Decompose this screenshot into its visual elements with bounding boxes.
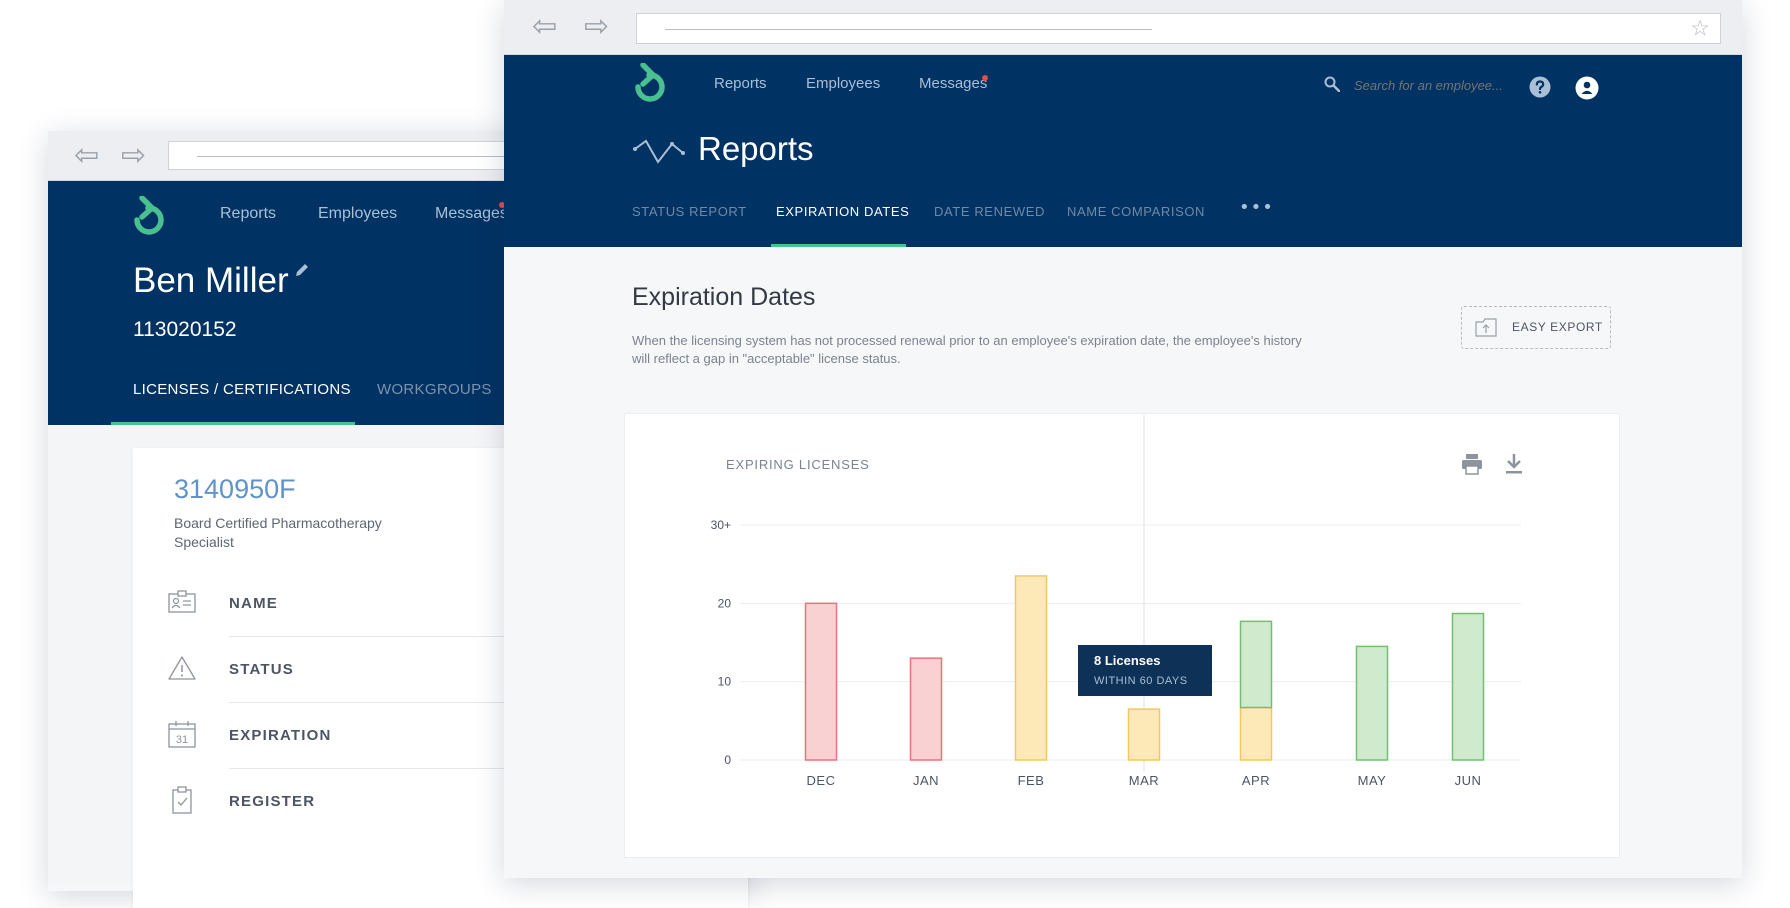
back-arrow-icon[interactable]: ⇦ bbox=[74, 140, 99, 171]
x-tick-label: DEC bbox=[807, 773, 836, 788]
employee-id: 113020152 bbox=[133, 318, 237, 341]
y-tick-label: 30+ bbox=[711, 518, 731, 532]
nav-reports[interactable]: Reports bbox=[220, 205, 276, 223]
field-label: NAME bbox=[229, 595, 278, 612]
tab-status-report[interactable]: STATUS REPORT bbox=[632, 204, 747, 219]
user-avatar-icon[interactable] bbox=[1575, 76, 1599, 100]
tab-date-renewed[interactable]: DATE RENEWED bbox=[934, 204, 1045, 219]
chart-panel: EXPIRING LICENSES 0 10 20 30+ DEC JAN FEB MAR A… bbox=[624, 413, 1620, 858]
x-tick-label: FEB bbox=[1018, 773, 1045, 788]
forward-arrow-icon[interactable]: ⇨ bbox=[121, 140, 146, 171]
search-icon[interactable] bbox=[1324, 76, 1340, 92]
tab-workgroups[interactable]: WORKGROUPS bbox=[377, 381, 492, 398]
forward-arrow-icon[interactable]: ⇨ bbox=[584, 12, 609, 42]
tooltip-title: 8 Licenses bbox=[1094, 653, 1161, 668]
tab-licenses-certifications[interactable]: LICENSES / CERTIFICATIONS bbox=[133, 381, 351, 398]
more-tabs-icon[interactable]: ••• bbox=[1239, 197, 1274, 218]
bar-jun-green[interactable] bbox=[1451, 612, 1485, 761]
nav-messages[interactable]: Messages bbox=[919, 75, 987, 92]
tooltip-subtitle: WITHIN 60 DAYS bbox=[1094, 675, 1188, 687]
y-tick-label: 20 bbox=[718, 596, 732, 610]
active-tab-indicator bbox=[771, 244, 906, 247]
edit-pencil-icon[interactable] bbox=[294, 262, 310, 278]
field-label: REGISTER bbox=[229, 793, 316, 810]
field-label: EXPIRATION bbox=[229, 727, 332, 744]
nav-messages[interactable]: Messages bbox=[435, 205, 508, 223]
reports-window: ⇦ ⇨ ☆ Reports Employees Messages Search … bbox=[504, 0, 1742, 878]
search-input[interactable] bbox=[1354, 75, 1514, 95]
reports-chart-icon bbox=[633, 139, 685, 164]
bar-may-green[interactable] bbox=[1355, 645, 1389, 761]
expiring-licenses-chart: EXPIRING LICENSES 0 10 20 30+ DEC JAN FEB MAR A… bbox=[711, 415, 1522, 788]
chart-tooltip: 8 Licenses WITHIN 60 DAYS bbox=[1078, 645, 1212, 696]
calendar-day: 31 bbox=[176, 734, 188, 746]
section-description: When the licensing system has not proces… bbox=[632, 333, 1302, 366]
print-icon[interactable] bbox=[1462, 454, 1482, 475]
chart-x-labels: DEC JAN FEB MAR APR MAY JUN bbox=[807, 773, 1482, 788]
bar-jan-red[interactable] bbox=[909, 657, 943, 761]
license-description: Board Certified Pharmacotherapy Speciali… bbox=[174, 515, 382, 550]
x-tick-label: APR bbox=[1242, 773, 1270, 788]
license-number[interactable]: 3140950F bbox=[174, 474, 296, 505]
bar-feb-yellow[interactable] bbox=[1014, 575, 1048, 761]
x-tick-label: MAY bbox=[1358, 773, 1387, 788]
y-tick-label: 10 bbox=[718, 675, 732, 689]
reports-header: Reports Employees Messages Reports STATU… bbox=[504, 55, 1742, 247]
tab-name-comparison[interactable]: NAME COMPARISON bbox=[1067, 204, 1205, 219]
bookmark-star-icon[interactable]: ☆ bbox=[1690, 16, 1710, 41]
x-tick-label: JAN bbox=[913, 773, 939, 788]
chart-title: EXPIRING LICENSES bbox=[726, 457, 870, 472]
x-tick-label: JUN bbox=[1455, 773, 1482, 788]
app-logo-icon[interactable] bbox=[131, 196, 165, 238]
nav-employees[interactable]: Employees bbox=[806, 75, 880, 92]
bar-dec-red[interactable] bbox=[804, 602, 838, 761]
bar-apr-green[interactable] bbox=[1239, 620, 1273, 709]
employee-name: Ben Miller bbox=[133, 261, 289, 300]
easy-export-button[interactable]: EASY EXPORT bbox=[1461, 306, 1611, 349]
tab-expiration-dates[interactable]: EXPIRATION DATES bbox=[776, 204, 909, 219]
export-icon bbox=[1475, 318, 1497, 337]
download-icon[interactable] bbox=[1506, 454, 1522, 474]
help-icon[interactable] bbox=[1529, 76, 1551, 98]
x-tick-label: MAR bbox=[1129, 773, 1159, 788]
nav-employees[interactable]: Employees bbox=[318, 205, 397, 223]
clipboard-check-icon bbox=[172, 786, 192, 814]
messages-notification-dot bbox=[982, 75, 988, 81]
warning-icon bbox=[168, 656, 196, 680]
field-label: STATUS bbox=[229, 661, 294, 678]
y-tick-label: 0 bbox=[724, 753, 731, 767]
nav-reports[interactable]: Reports bbox=[714, 75, 767, 92]
bar-mar-yellow[interactable] bbox=[1127, 708, 1161, 761]
easy-export-label: EASY EXPORT bbox=[1512, 320, 1603, 334]
address-bar[interactable]: ☆ bbox=[636, 13, 1721, 44]
back-arrow-icon[interactable]: ⇦ bbox=[532, 12, 557, 42]
bar-apr-yellow[interactable] bbox=[1239, 706, 1273, 761]
section-title: Expiration Dates bbox=[632, 283, 816, 311]
page-title: Reports bbox=[698, 130, 814, 167]
browser-toolbar: ⇦ ⇨ ☆ bbox=[504, 0, 1742, 55]
calendar-icon: 31 bbox=[168, 721, 196, 748]
id-card-icon bbox=[168, 590, 196, 613]
app-logo-icon[interactable] bbox=[632, 63, 666, 105]
